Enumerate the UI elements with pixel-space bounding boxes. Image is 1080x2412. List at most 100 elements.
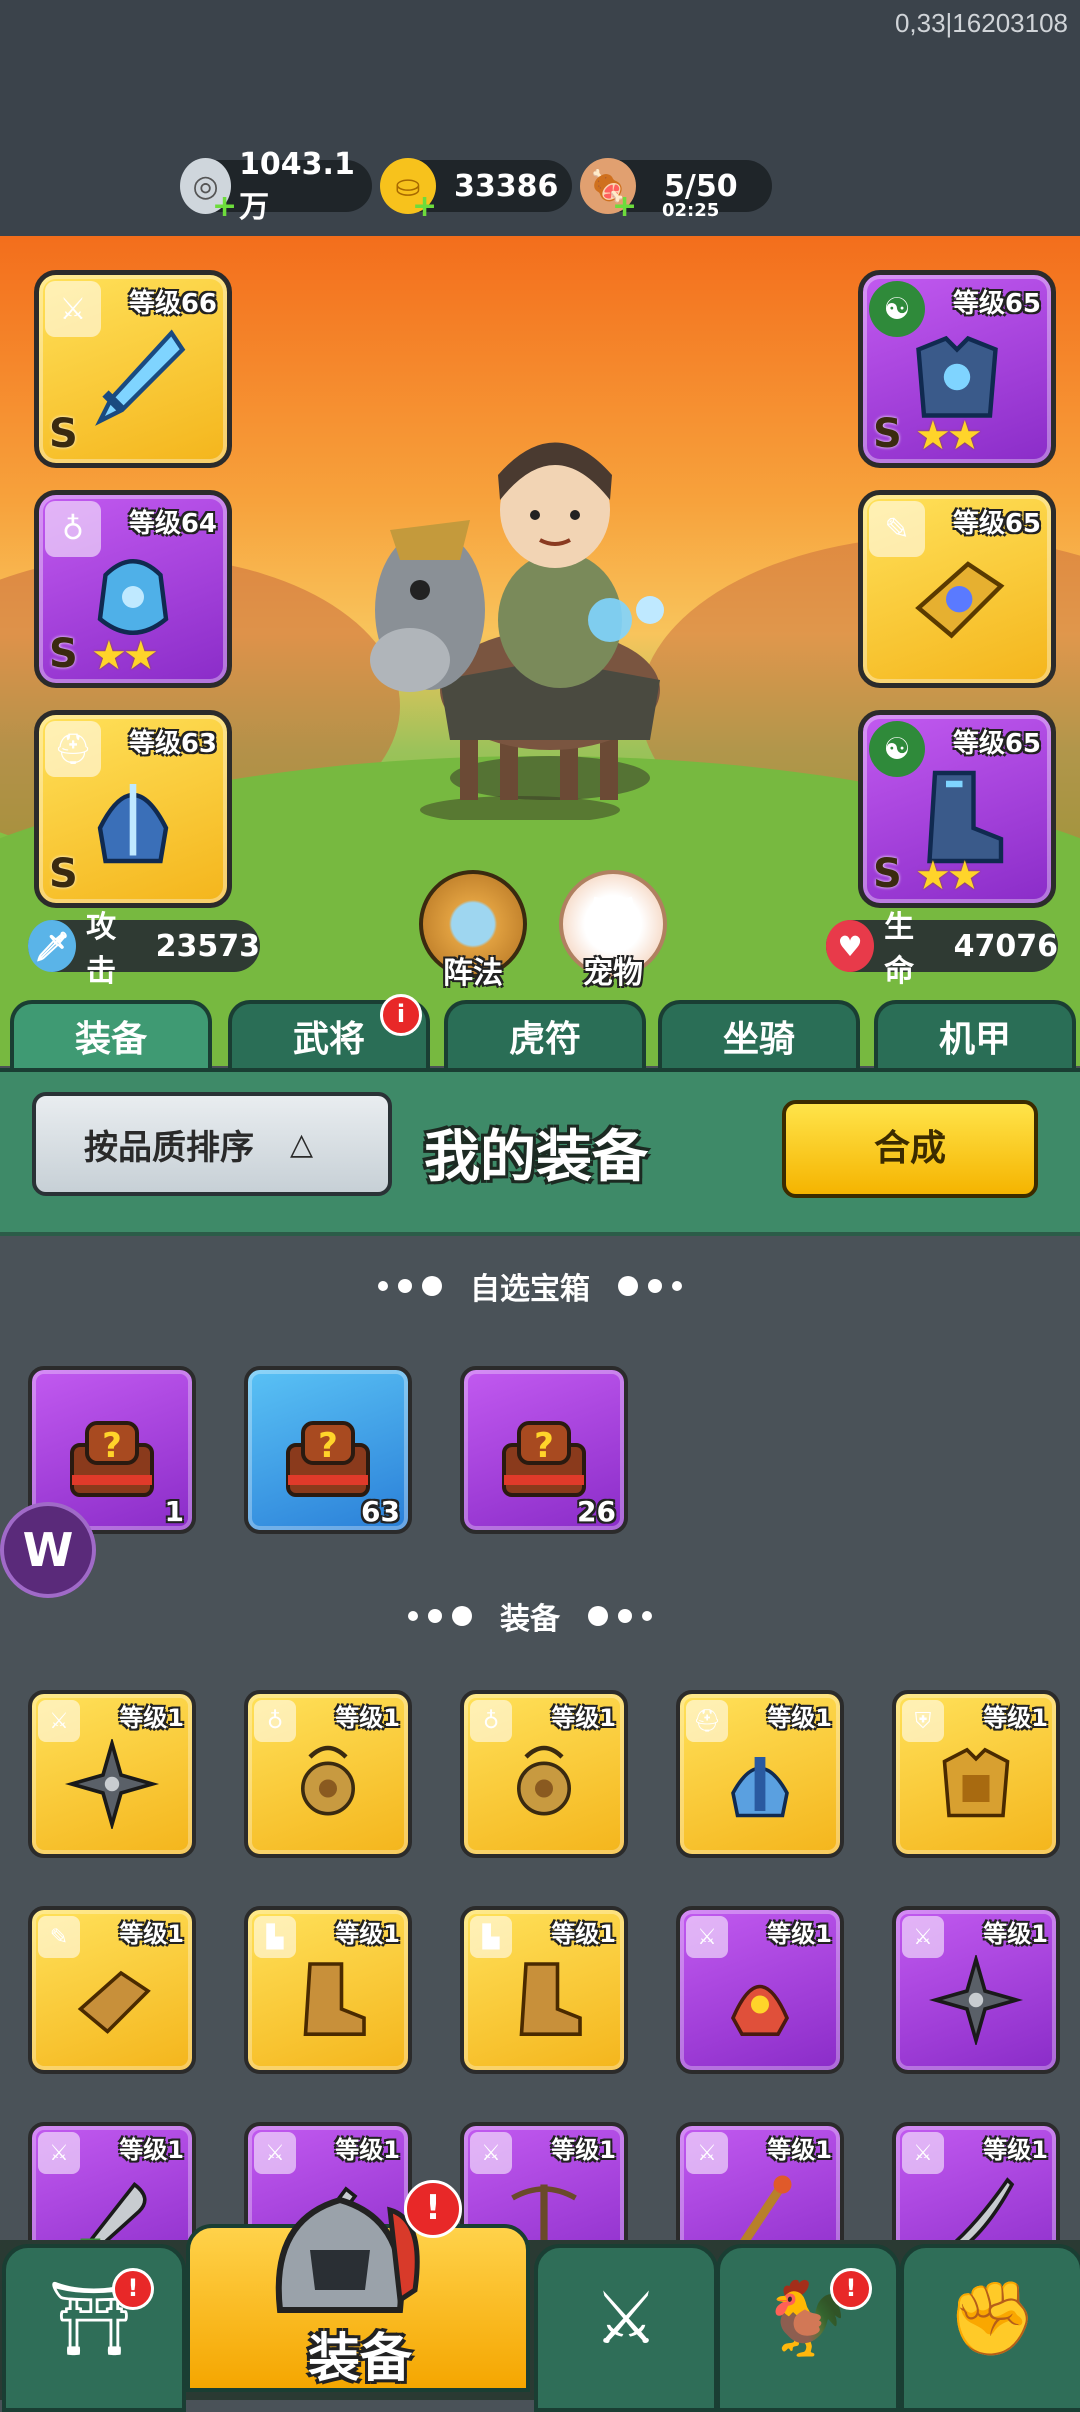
item-type-icon: ⚔ bbox=[38, 2132, 80, 2174]
jewel-bracer-icon bbox=[915, 560, 1005, 638]
attack-stat: 🗡 攻击 23573 bbox=[28, 910, 260, 989]
nav-shop[interactable]: ⛩ bbox=[2, 2244, 186, 2412]
slot-level: 等级65 bbox=[952, 729, 1041, 759]
equipment-item[interactable]: ⚔ 等级1 bbox=[28, 1690, 196, 1858]
item-level: 等级1 bbox=[335, 1920, 400, 1948]
equipment-item[interactable]: ⚔ 等级1 bbox=[676, 1906, 844, 2074]
floating-assistant-icon[interactable]: W bbox=[0, 1502, 96, 1598]
equipment-item[interactable]: ✎ 等级1 bbox=[28, 1906, 196, 2074]
item-type-icon: ⛑ bbox=[686, 1700, 728, 1742]
add-stamina-icon[interactable]: + bbox=[612, 189, 637, 224]
item-level: 等级1 bbox=[983, 1920, 1048, 1948]
item-type-icon: ⛨ bbox=[902, 1700, 944, 1742]
phoenix-helmet-icon bbox=[730, 1984, 790, 2036]
item-type-icon: ♁ bbox=[254, 1700, 296, 1742]
item-type-icon: ♁ bbox=[470, 1700, 512, 1742]
selectable-chest[interactable]: ? 63 bbox=[244, 1366, 412, 1534]
shuriken-icon bbox=[64, 1738, 160, 1829]
silver-resource[interactable]: ◎ + 1043.1万 bbox=[180, 147, 372, 225]
item-level: 等级1 bbox=[551, 1704, 616, 1732]
item-level: 等级1 bbox=[983, 1704, 1048, 1732]
slot-rank: S bbox=[873, 851, 902, 897]
amulet-icon bbox=[301, 1745, 355, 1816]
fist-upgrade-icon: ✊ bbox=[947, 2276, 1037, 2360]
equipment-item[interactable]: ▙ 等级1 bbox=[244, 1906, 412, 2074]
slot-level: 等级65 bbox=[952, 509, 1041, 539]
chest-section-header: 自选宝箱 bbox=[378, 1264, 682, 1308]
item-level: 等级1 bbox=[119, 2136, 184, 2164]
formation-button[interactable]: 阵法 bbox=[418, 870, 528, 992]
item-level: 等级1 bbox=[551, 1920, 616, 1948]
sort-label: 按品质排序 bbox=[84, 1127, 254, 1168]
nav-rooster[interactable]: 🐓 bbox=[716, 2244, 900, 2412]
hero-slot-weapon[interactable]: ⚔ 等级66 S bbox=[34, 270, 232, 468]
silver-value: 1043.1万 bbox=[239, 146, 355, 225]
add-silver-icon[interactable]: + bbox=[212, 189, 237, 224]
my-equipment-title: 我的装备 bbox=[424, 1125, 648, 1190]
sword-icon: 🗡 bbox=[28, 920, 77, 972]
item-type-icon: ▙ bbox=[470, 1916, 512, 1958]
crossed-swords-shield-icon: ⚔ bbox=[593, 2276, 659, 2360]
item-level: 等级1 bbox=[767, 1920, 832, 1948]
hero-slot-helmet[interactable]: ⛑ 等级63 S bbox=[34, 710, 232, 908]
shop-alert-badge: ! bbox=[112, 2268, 154, 2310]
chest-count: 26 bbox=[577, 1495, 616, 1528]
rooster-alert-badge: ! bbox=[830, 2268, 872, 2310]
stamina-value: 5/50 bbox=[664, 168, 738, 204]
item-level: 等级1 bbox=[119, 1704, 184, 1732]
item-level: 等级1 bbox=[551, 2136, 616, 2164]
slot-rank: S bbox=[49, 411, 78, 457]
tab-mount[interactable]: 坐骑 bbox=[658, 1000, 860, 1076]
tab-equipment[interactable]: 装备 bbox=[10, 1000, 212, 1076]
sort-by-quality-button[interactable]: 按品质排序 △ bbox=[32, 1092, 392, 1196]
equipment-item[interactable]: ⛑ 等级1 bbox=[676, 1690, 844, 1858]
pet-button[interactable]: 🐱 宠物 bbox=[558, 870, 668, 992]
blue-helmet-icon bbox=[731, 1756, 789, 1817]
amulet-icon bbox=[517, 1745, 571, 1816]
slot-rank: S bbox=[49, 851, 78, 897]
item-level: 等级1 bbox=[119, 1920, 184, 1948]
gold-value: 33386 bbox=[454, 168, 559, 204]
selectable-chest[interactable]: ? 26 bbox=[460, 1366, 628, 1534]
tab-mecha[interactable]: 机甲 bbox=[874, 1000, 1076, 1076]
hero-slot-glove[interactable]: ♁ 等级64 S ★★ bbox=[34, 490, 232, 688]
equipment-item[interactable]: ⛨ 等级1 bbox=[892, 1690, 1060, 1858]
equipment-item[interactable]: ♁ 等级1 bbox=[244, 1690, 412, 1858]
nav-battle[interactable]: ⚔ bbox=[534, 2244, 718, 2412]
slot-level: 等级66 bbox=[128, 289, 217, 319]
mystery-chest-icon: ? bbox=[502, 1420, 586, 1497]
item-type-icon: ✎ bbox=[38, 1916, 80, 1958]
slot-level: 等级64 bbox=[128, 509, 217, 539]
chest-count: 1 bbox=[164, 1495, 184, 1528]
heart-icon: ♥ bbox=[826, 920, 875, 972]
hp-stat: ♥ 生命 47076 bbox=[826, 910, 1058, 989]
slot-level: 等级65 bbox=[952, 289, 1041, 319]
stamina-resource[interactable]: 🍖 + 5/50 02:25 bbox=[580, 158, 772, 224]
item-type-icon: ⚔ bbox=[470, 2132, 512, 2174]
equipment-item[interactable]: ⚔ 等级1 bbox=[892, 1906, 1060, 2074]
stamina-timer: 02:25 bbox=[662, 200, 720, 221]
triangle-up-icon: △ bbox=[290, 1126, 314, 1162]
gold-resource[interactable]: ⛀ + 33386 bbox=[380, 158, 572, 224]
hero-on-horse-image[interactable] bbox=[350, 420, 700, 820]
tab-tiger-tally[interactable]: 虎符 bbox=[444, 1000, 646, 1076]
equipment-item[interactable]: ▙ 等级1 bbox=[460, 1906, 628, 2074]
nav-upgrade[interactable]: ✊ bbox=[900, 2244, 1080, 2412]
item-type-icon: ⚔ bbox=[254, 2132, 296, 2174]
item-type-icon: ⚔ bbox=[686, 2132, 728, 2174]
hero-slot-boots[interactable]: ☯ 等级65 S ★★ bbox=[858, 710, 1056, 908]
merge-button[interactable]: 合成 bbox=[782, 1100, 1038, 1198]
item-type-icon: ⚔ bbox=[38, 1700, 80, 1742]
shuriken-icon bbox=[928, 1954, 1024, 2045]
hero-slot-armor[interactable]: ☯ 等级65 S ★★ bbox=[858, 270, 1056, 468]
chest-section-title: 自选宝箱 bbox=[470, 1272, 590, 1307]
boots-icon bbox=[303, 1961, 366, 2036]
slot-level: 等级63 bbox=[128, 729, 217, 759]
svg-text:?: ? bbox=[534, 1426, 554, 1466]
hero-slot-bracer[interactable]: ✎ 等级65 bbox=[858, 490, 1056, 688]
item-type-icon: ⚔ bbox=[686, 1916, 728, 1958]
equipment-item[interactable]: ♁ 等级1 bbox=[460, 1690, 628, 1858]
ice-helmet-icon bbox=[97, 783, 169, 863]
item-level: 等级1 bbox=[983, 2136, 1048, 2164]
add-gold-icon[interactable]: + bbox=[412, 189, 437, 224]
